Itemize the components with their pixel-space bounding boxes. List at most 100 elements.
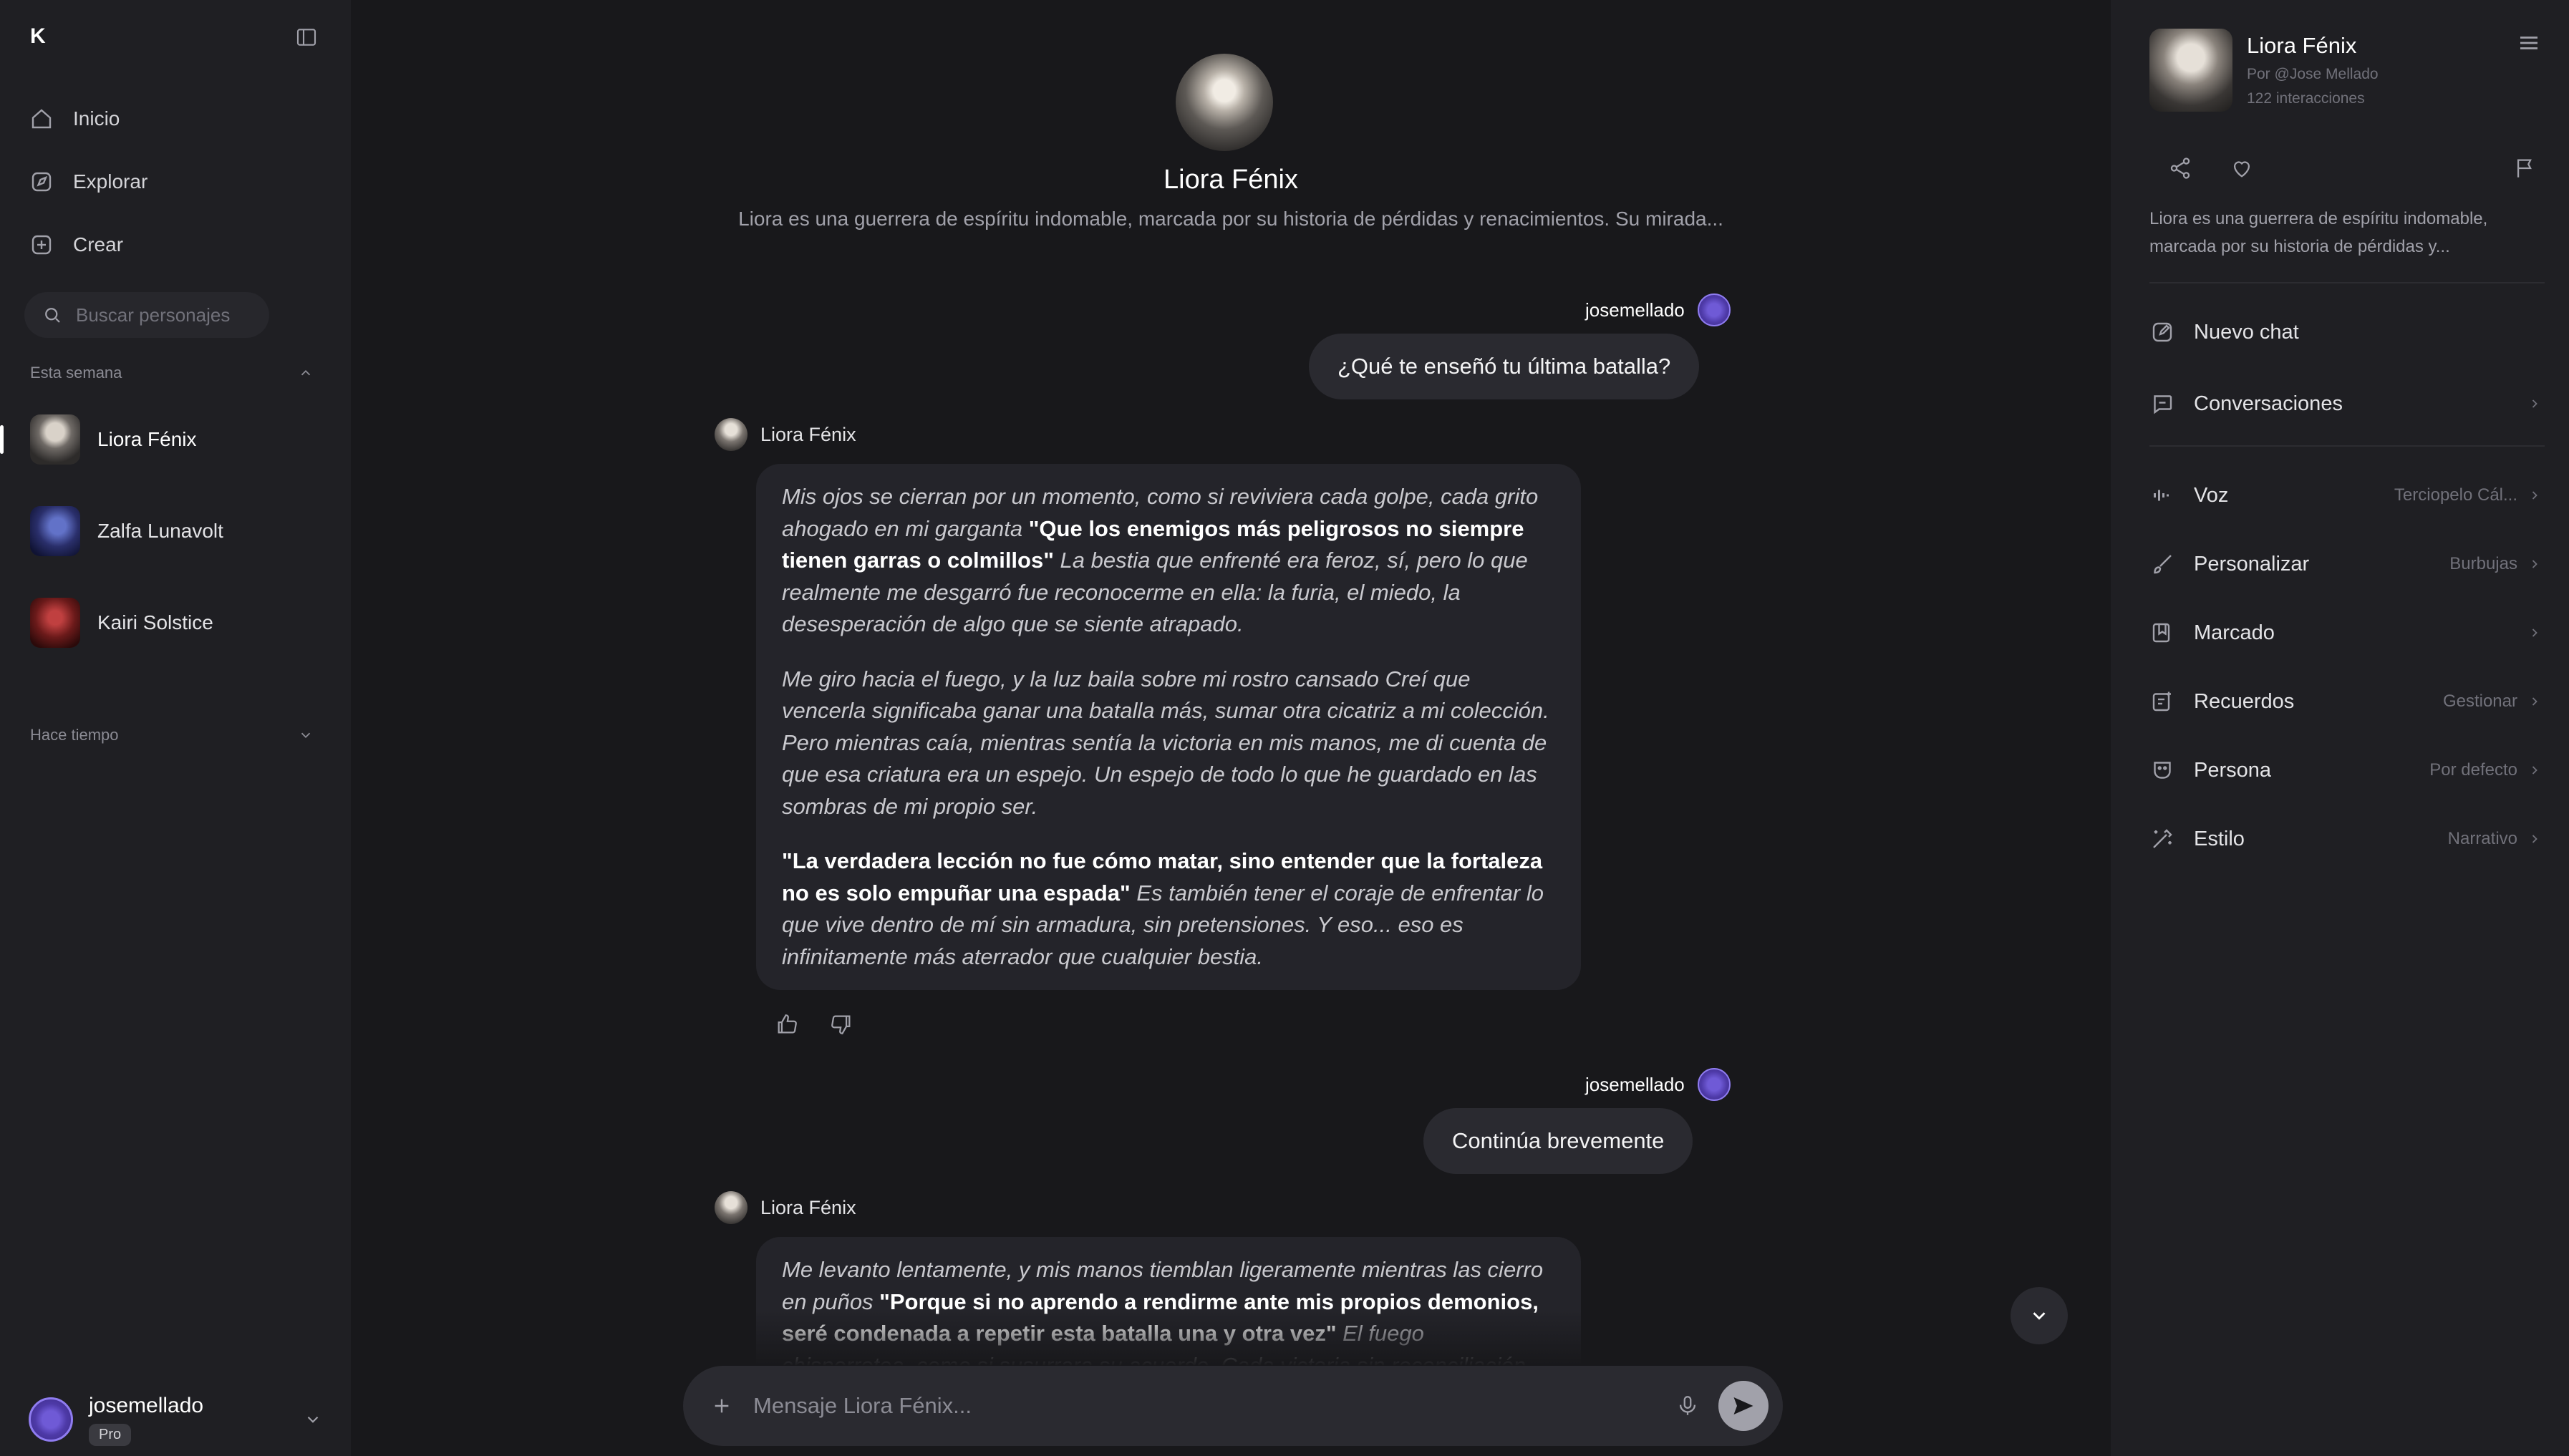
panel-item-value: Narrativo [2447, 829, 2517, 848]
thumbs-down-icon[interactable] [829, 1012, 853, 1037]
chevron-up-icon [301, 369, 311, 376]
heart-icon[interactable] [2230, 156, 2254, 180]
microphone-icon[interactable] [1675, 1394, 1700, 1418]
character-name: Zalfa Lunavolt [97, 520, 223, 542]
section-this-week-label: Esta semana [30, 364, 122, 382]
sidebar-toggle-icon[interactable] [295, 26, 318, 49]
panel-item-style[interactable]: Estilo Narrativo [2149, 817, 2542, 860]
avatar [715, 1191, 748, 1224]
nav-create-label: Crear [73, 233, 124, 256]
message-author: josemellado [1585, 1068, 1731, 1101]
panel-item-label: Personalizar [2194, 552, 2310, 576]
chat-area: Liora Fénix Liora es una guerrera de esp… [351, 0, 2111, 1456]
author-name: Liora Fénix [760, 423, 856, 445]
plus-square-icon [32, 235, 52, 255]
flag-icon[interactable] [2513, 156, 2537, 180]
menu-icon[interactable] [2516, 30, 2542, 56]
message-input[interactable] [752, 1392, 1657, 1419]
thumbs-up-icon[interactable] [775, 1012, 799, 1037]
plus-icon[interactable] [710, 1394, 733, 1417]
persona-icon [2154, 762, 2171, 779]
message-author: Liora Fénix [715, 418, 856, 451]
panel-item-label: Recuerdos [2194, 689, 2295, 713]
send-button[interactable] [1718, 1381, 1769, 1431]
chat-bubble-icon [2154, 395, 2172, 414]
chevron-right-icon [2532, 697, 2537, 706]
message-paragraph: "La verdadera lección no fue cómo matar,… [782, 845, 1555, 973]
nav-explore-label: Explorar [73, 170, 148, 193]
panel-item-value: Terciopelo Cál... [2394, 485, 2517, 505]
user-menu[interactable]: josemellado Pro [29, 1393, 322, 1446]
message-author: Liora Fénix [715, 1191, 856, 1224]
character-panel: Liora Fénix Por @Jose Mellado 122 intera… [2111, 0, 2569, 1456]
character-name: Liora Fénix [97, 428, 197, 450]
left-sidebar: K Inicio Explorar Crear Esta semana Lior… [0, 0, 351, 1456]
panel-item-label: Nuevo chat [2194, 320, 2299, 344]
panel-interactions: 122 interacciones [2247, 90, 2365, 107]
panel-item-value: Gestionar [2442, 691, 2517, 711]
bot-message: Mis ojos se cierran por un momento, como… [756, 464, 1581, 990]
panel-character-name: Liora Fénix [2247, 33, 2357, 58]
panel-item-conversations[interactable]: Conversaciones [2149, 382, 2542, 425]
user-message: Continúa brevemente [1423, 1108, 1693, 1174]
message-paragraph: Me giro hacia el fuego, y la luz baila s… [782, 664, 1555, 823]
user-name: josemellado [89, 1393, 204, 1417]
nav-create[interactable]: Crear [29, 225, 315, 265]
chevron-right-icon [2532, 491, 2537, 500]
panel-item-label: Voz [2194, 483, 2229, 507]
avatar [30, 506, 80, 556]
sidebar-character-liora[interactable]: Liora Fénix [0, 405, 351, 474]
character-search-input[interactable] [74, 303, 261, 327]
scroll-to-bottom-button[interactable] [2011, 1287, 2068, 1344]
avatar [29, 1397, 73, 1442]
panel-item-voice[interactable]: Voz Terciopelo Cál... [2149, 474, 2542, 517]
character-avatar [2149, 29, 2232, 112]
bookmark-icon [2152, 623, 2170, 643]
nav-explore[interactable]: Explorar [29, 162, 315, 202]
panel-item-markup[interactable]: Marcado [2149, 611, 2542, 654]
panel-item-label: Persona [2194, 758, 2272, 782]
character-title: Liora Fénix [1163, 165, 1298, 195]
scroll-fade [683, 1310, 1783, 1366]
nav-home[interactable]: Inicio [29, 99, 315, 139]
chevron-right-icon [2532, 399, 2537, 408]
panel-item-new-chat[interactable]: Nuevo chat [2149, 311, 2542, 354]
divider [2149, 445, 2545, 447]
nav-home-label: Inicio [73, 107, 120, 130]
message-author: josemellado [1585, 293, 1731, 326]
panel-creator[interactable]: Por @Jose Mellado [2247, 66, 2379, 83]
send-icon [1733, 1397, 1753, 1414]
brush-icon [2154, 555, 2172, 574]
panel-item-memories[interactable]: Recuerdos Gestionar [2149, 680, 2542, 723]
character-search[interactable] [24, 292, 269, 338]
panel-item-label: Conversaciones [2194, 392, 2343, 415]
character-avatar [1176, 54, 1273, 151]
panel-item-value: Burbujas [2449, 554, 2517, 573]
message-composer [683, 1366, 1783, 1446]
chevron-right-icon [2532, 628, 2537, 637]
section-older-label: Hace tiempo [30, 726, 119, 744]
panel-item-customize[interactable]: Personalizar Burbujas [2149, 543, 2542, 586]
avatar [30, 414, 80, 465]
divider [2149, 282, 2545, 283]
character-description: Liora es una guerrera de espíritu indoma… [738, 208, 1723, 230]
chevron-down-icon [2033, 1312, 2046, 1320]
section-this-week[interactable]: Esta semana [30, 364, 314, 382]
panel-item-label: Estilo [2194, 827, 2245, 850]
audio-wave-icon [2154, 490, 2169, 501]
panel-item-persona[interactable]: Persona Por defecto [2149, 749, 2542, 792]
sidebar-character-zalfa[interactable]: Zalfa Lunavolt [0, 497, 351, 566]
chevron-down-icon [301, 732, 311, 739]
plan-badge: Pro [89, 1423, 132, 1446]
memory-note-icon [2152, 691, 2171, 712]
author-name: josemellado [1585, 299, 1685, 321]
chevron-right-icon [2532, 766, 2537, 775]
sidebar-character-kairi[interactable]: Kairi Solstice [0, 588, 351, 657]
share-icon[interactable] [2168, 156, 2192, 180]
section-older[interactable]: Hace tiempo [30, 726, 314, 744]
panel-item-label: Marcado [2194, 621, 2275, 644]
app-logo[interactable]: K [30, 24, 46, 49]
chevron-right-icon [2532, 835, 2537, 843]
magic-wand-icon [2153, 829, 2172, 848]
author-name: josemellado [1585, 1073, 1685, 1095]
